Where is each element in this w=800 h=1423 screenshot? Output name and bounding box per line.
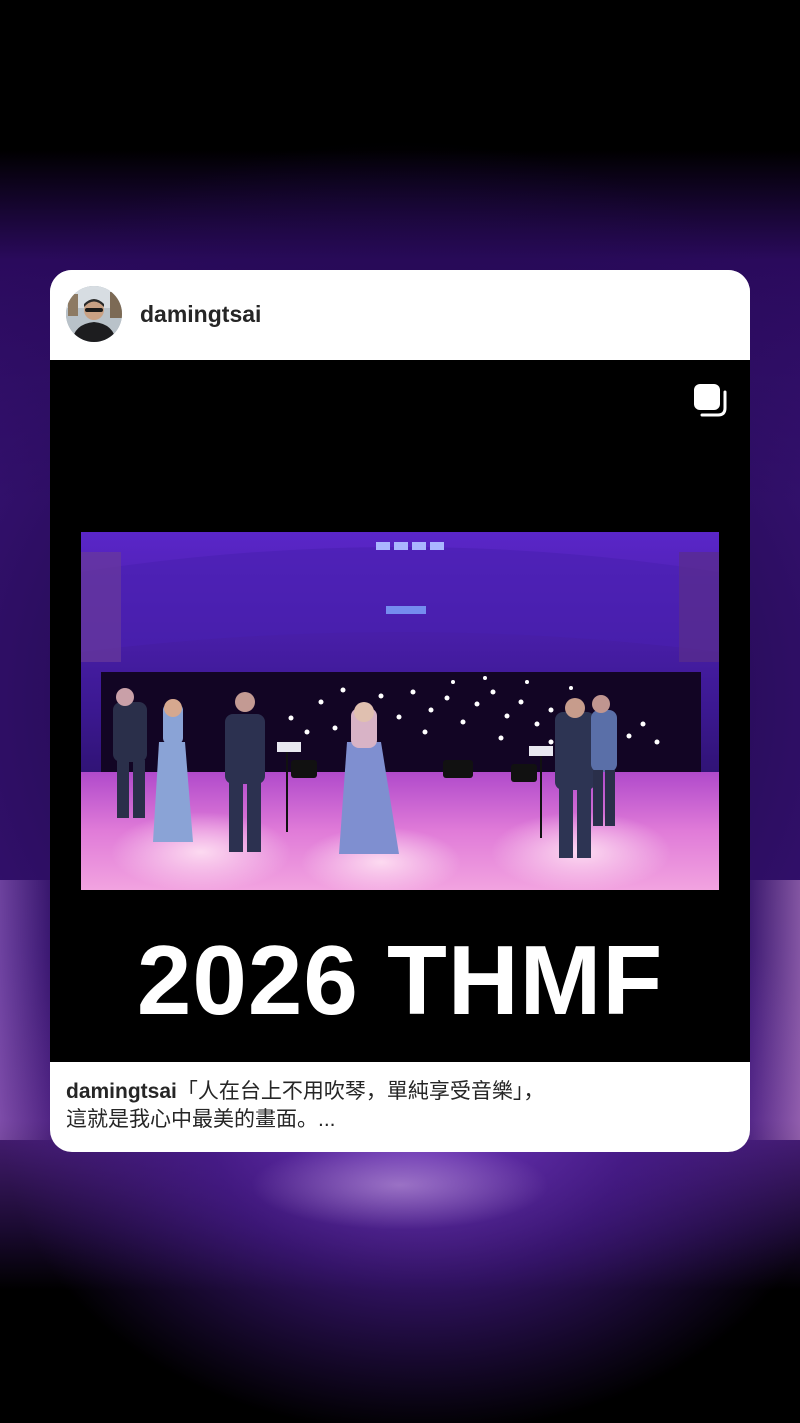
post-username[interactable]: damingtsai — [140, 300, 261, 328]
caption-text-2: 這就是我心中最美的畫面。... — [66, 1108, 336, 1131]
shared-post-card[interactable]: damingtsai 2026 THMF damingtsai「人在台上不用吹琴… — [50, 270, 750, 1152]
post-overlay-title: 2026 THMF — [136, 925, 664, 1035]
caption-text-1: 「人在台上不用吹琴，單純享受音樂」， — [176, 1080, 545, 1103]
avatar[interactable] — [66, 286, 122, 342]
concert-stage-photo — [81, 532, 719, 890]
post-caption[interactable]: damingtsai「人在台上不用吹琴，單純享受音樂」， 這就是我心中最美的畫面… — [66, 1078, 734, 1134]
post-media[interactable]: 2026 THMF — [50, 360, 750, 1062]
caption-line-1: damingtsai「人在台上不用吹琴，單純享受音樂」， — [66, 1078, 734, 1106]
caption-username[interactable]: damingtsai — [66, 1080, 177, 1103]
background-glow-bottom — [250, 1140, 550, 1230]
post-header[interactable]: damingtsai — [50, 270, 750, 360]
carousel-multiple-icon — [692, 382, 728, 418]
